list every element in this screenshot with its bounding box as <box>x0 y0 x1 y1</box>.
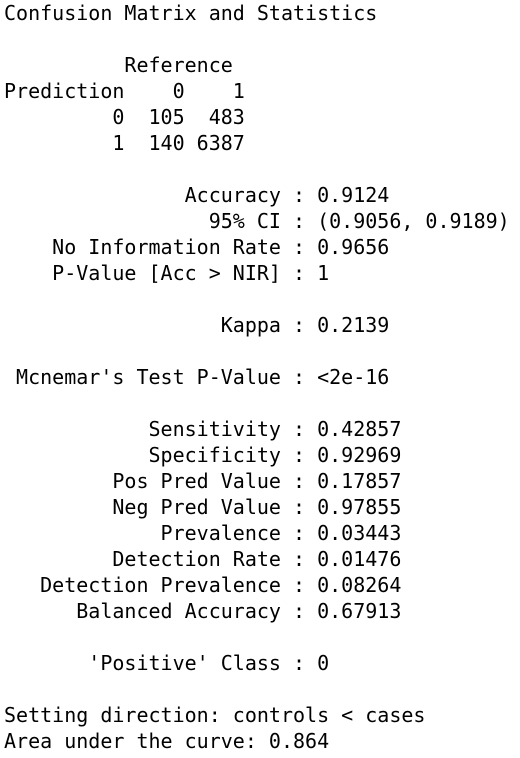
output-title: Confusion Matrix and Statistics <box>4 1 378 25</box>
stat-neg-pred-value: Neg Pred Value : 0.97855 <box>4 495 402 519</box>
stat-detection-rate: Detection Rate : 0.01476 <box>4 547 402 571</box>
console-text: Confusion Matrix and Statistics Referenc… <box>4 0 520 754</box>
stat-kappa: Kappa : 0.2139 <box>4 313 390 337</box>
stat-balanced-accuracy: Balanced Accuracy : 0.67913 <box>4 599 402 623</box>
stat-sensitivity: Sensitivity : 0.42857 <box>4 417 402 441</box>
stat-p-value-acc: P-Value [Acc > NIR] : 1 <box>4 261 330 285</box>
stat-confidence-interval: 95% CI : (0.9056, 0.9189) <box>4 209 510 233</box>
matrix-row-1: 1 140 6387 <box>4 131 245 155</box>
stat-pos-pred-value: Pos Pred Value : 0.17857 <box>4 469 402 493</box>
prediction-header: Prediction 0 1 <box>4 79 245 103</box>
stat-accuracy: Accuracy : 0.9124 <box>4 183 390 207</box>
stat-specificity: Specificity : 0.92969 <box>4 443 402 467</box>
stat-prevalence: Prevalence : 0.03443 <box>4 521 402 545</box>
matrix-row-0: 0 105 483 <box>4 105 245 129</box>
console-output: Confusion Matrix and Statistics Referenc… <box>0 0 520 758</box>
stat-mcnemar: Mcnemar's Test P-Value : <2e-16 <box>4 365 390 389</box>
roc-direction: Setting direction: controls < cases <box>4 703 426 727</box>
roc-auc: Area under the curve: 0.864 <box>4 729 330 753</box>
reference-header: Reference <box>4 53 233 77</box>
stat-positive-class: 'Positive' Class : 0 <box>4 651 330 675</box>
stat-detection-prevalence: Detection Prevalence : 0.08264 <box>4 573 402 597</box>
stat-no-information-rate: No Information Rate : 0.9656 <box>4 235 390 259</box>
